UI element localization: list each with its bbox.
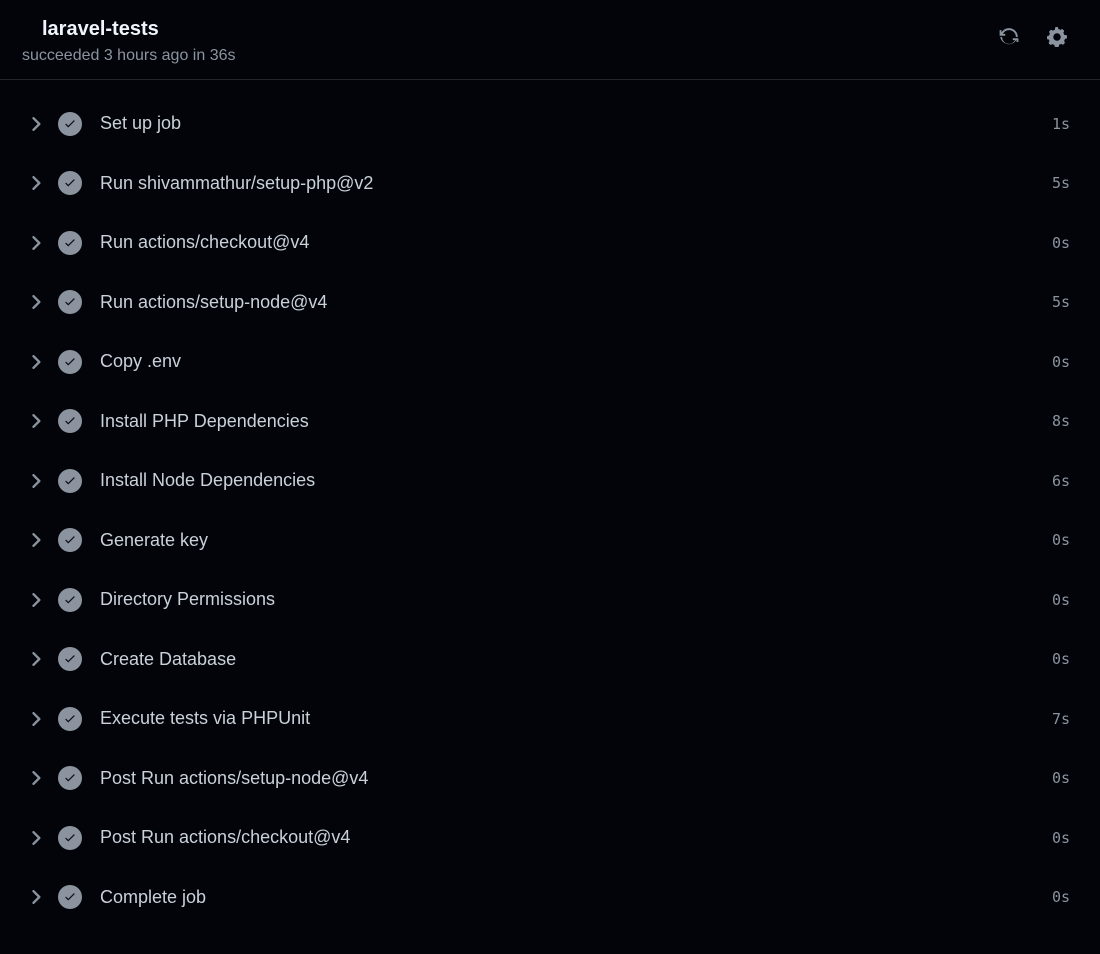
step-duration: 8s xyxy=(1052,412,1070,430)
step-label: Run actions/setup-node@v4 xyxy=(100,292,1052,313)
step-row[interactable]: Run actions/setup-node@v45s xyxy=(30,273,1070,333)
chevron-right-icon xyxy=(30,176,44,190)
chevron-right-icon xyxy=(30,355,44,369)
step-row[interactable]: Install PHP Dependencies8s xyxy=(30,392,1070,452)
step-row[interactable]: Set up job1s xyxy=(30,94,1070,154)
step-label: Generate key xyxy=(100,530,1052,551)
step-row[interactable]: Directory Permissions0s xyxy=(30,570,1070,630)
step-duration: 0s xyxy=(1052,353,1070,371)
step-duration: 5s xyxy=(1052,293,1070,311)
success-check-icon xyxy=(58,885,82,909)
step-duration: 0s xyxy=(1052,650,1070,668)
success-check-icon xyxy=(58,528,82,552)
success-check-icon xyxy=(58,588,82,612)
refresh-icon[interactable] xyxy=(998,26,1020,48)
chevron-right-icon xyxy=(30,414,44,428)
step-label: Post Run actions/checkout@v4 xyxy=(100,827,1052,848)
steps-list: Set up job1sRun shivammathur/setup-php@v… xyxy=(0,80,1100,927)
step-label: Run actions/checkout@v4 xyxy=(100,232,1052,253)
step-duration: 0s xyxy=(1052,888,1070,906)
step-row[interactable]: Run actions/checkout@v40s xyxy=(30,213,1070,273)
step-row[interactable]: Post Run actions/checkout@v40s xyxy=(30,808,1070,868)
step-row[interactable]: Install Node Dependencies6s xyxy=(30,451,1070,511)
step-duration: 5s xyxy=(1052,174,1070,192)
step-duration: 0s xyxy=(1052,829,1070,847)
step-duration: 6s xyxy=(1052,472,1070,490)
step-row[interactable]: Execute tests via PHPUnit7s xyxy=(30,689,1070,749)
step-duration: 0s xyxy=(1052,531,1070,549)
step-label: Copy .env xyxy=(100,351,1052,372)
step-label: Install Node Dependencies xyxy=(100,470,1052,491)
success-check-icon xyxy=(58,290,82,314)
step-row[interactable]: Run shivammathur/setup-php@v25s xyxy=(30,154,1070,214)
success-check-icon xyxy=(58,826,82,850)
step-duration: 0s xyxy=(1052,234,1070,252)
job-title: laravel-tests xyxy=(42,18,998,41)
chevron-right-icon xyxy=(30,712,44,726)
success-check-icon xyxy=(58,231,82,255)
job-header-left: laravel-tests succeeded 3 hours ago in 3… xyxy=(22,18,998,65)
success-check-icon xyxy=(58,766,82,790)
chevron-right-icon xyxy=(30,771,44,785)
step-row[interactable]: Create Database0s xyxy=(30,630,1070,690)
step-row[interactable]: Copy .env0s xyxy=(30,332,1070,392)
step-row[interactable]: Generate key0s xyxy=(30,511,1070,571)
step-label: Run shivammathur/setup-php@v2 xyxy=(100,173,1052,194)
step-duration: 0s xyxy=(1052,769,1070,787)
chevron-right-icon xyxy=(30,831,44,845)
step-label: Execute tests via PHPUnit xyxy=(100,708,1052,729)
success-check-icon xyxy=(58,647,82,671)
chevron-right-icon xyxy=(30,236,44,250)
step-label: Set up job xyxy=(100,113,1052,134)
success-check-icon xyxy=(58,171,82,195)
step-duration: 1s xyxy=(1052,115,1070,133)
step-duration: 7s xyxy=(1052,710,1070,728)
success-check-icon xyxy=(58,350,82,374)
header-actions xyxy=(998,18,1078,48)
job-header: laravel-tests succeeded 3 hours ago in 3… xyxy=(0,0,1100,80)
chevron-right-icon xyxy=(30,652,44,666)
step-row[interactable]: Post Run actions/setup-node@v40s xyxy=(30,749,1070,809)
step-label: Directory Permissions xyxy=(100,589,1052,610)
chevron-right-icon xyxy=(30,533,44,547)
chevron-right-icon xyxy=(30,474,44,488)
success-check-icon xyxy=(58,112,82,136)
chevron-right-icon xyxy=(30,890,44,904)
success-check-icon xyxy=(58,409,82,433)
step-row[interactable]: Complete job0s xyxy=(30,868,1070,928)
chevron-right-icon xyxy=(30,593,44,607)
chevron-right-icon xyxy=(30,117,44,131)
success-check-icon xyxy=(58,469,82,493)
job-status: succeeded 3 hours ago in 36s xyxy=(22,47,998,65)
step-duration: 0s xyxy=(1052,591,1070,609)
chevron-right-icon xyxy=(30,295,44,309)
success-check-icon xyxy=(58,707,82,731)
gear-icon[interactable] xyxy=(1046,26,1068,48)
step-label: Install PHP Dependencies xyxy=(100,411,1052,432)
step-label: Complete job xyxy=(100,887,1052,908)
step-label: Create Database xyxy=(100,649,1052,670)
step-label: Post Run actions/setup-node@v4 xyxy=(100,768,1052,789)
